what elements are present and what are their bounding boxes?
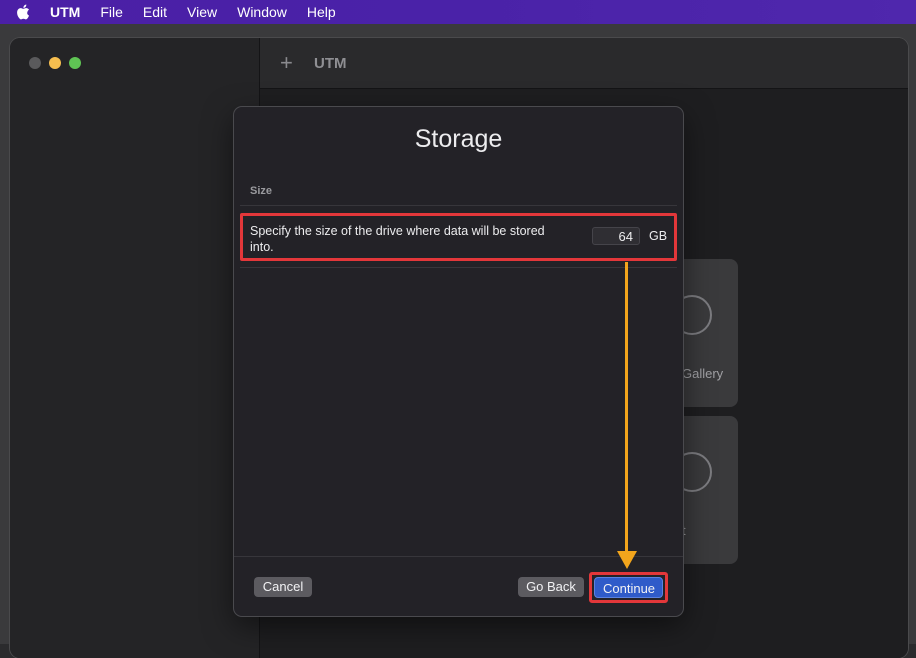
drive-size-input[interactable] <box>592 227 640 245</box>
row-divider <box>240 267 677 268</box>
size-section-label: Size <box>250 185 273 197</box>
sidebar <box>10 38 260 658</box>
zoom-window-button[interactable] <box>69 57 81 69</box>
continue-highlight: Continue <box>589 572 668 603</box>
size-row-highlighted: Specify the size of the drive where data… <box>240 213 677 261</box>
menu-file[interactable]: File <box>90 0 133 24</box>
annotation-arrow-head <box>617 551 637 569</box>
toolbar: + UTM <box>260 38 908 89</box>
dialog-title: Storage <box>414 125 503 153</box>
gallery-label: Gallery <box>682 366 724 381</box>
size-unit-label: GB <box>649 229 668 243</box>
storage-dialog: Storage Size Specify the size of the dri… <box>234 107 683 616</box>
menu-bar: UTM File Edit View Window Help <box>0 0 916 24</box>
plus-icon[interactable]: + <box>280 52 298 74</box>
apple-menu-icon[interactable] <box>0 4 46 20</box>
footer-divider <box>234 556 683 557</box>
size-description: Specify the size of the drive where data… <box>250 224 545 254</box>
annotation-arrow-line <box>625 262 628 554</box>
continue-button[interactable]: Continue <box>594 577 663 598</box>
menu-help[interactable]: Help <box>297 0 346 24</box>
window-controls <box>29 57 81 69</box>
menu-window[interactable]: Window <box>227 0 297 24</box>
cancel-button[interactable]: Cancel <box>254 577 312 597</box>
close-window-button[interactable] <box>29 57 41 69</box>
section-divider <box>240 205 677 206</box>
window-title: UTM <box>314 54 347 72</box>
menu-view[interactable]: View <box>177 0 227 24</box>
menu-app-utm[interactable]: UTM <box>46 0 90 24</box>
minimize-window-button[interactable] <box>49 57 61 69</box>
go-back-button[interactable]: Go Back <box>518 577 584 597</box>
menu-edit[interactable]: Edit <box>133 0 177 24</box>
